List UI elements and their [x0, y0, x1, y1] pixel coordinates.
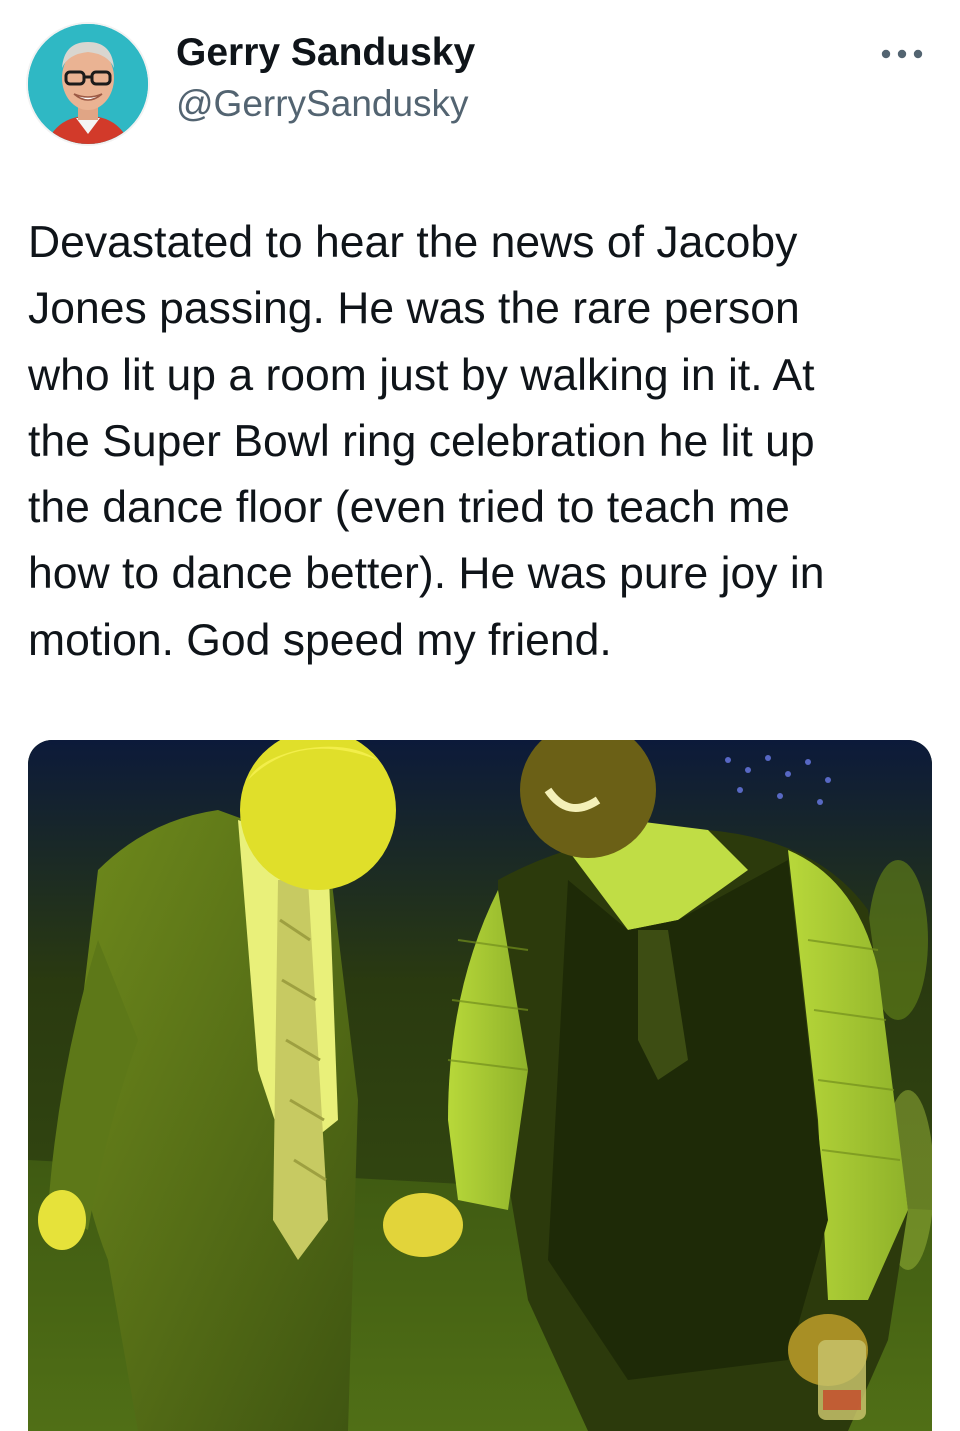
photo-dance-floor: [28, 740, 932, 1431]
author-handle[interactable]: @GerrySandusky: [176, 82, 475, 126]
more-horizontal-icon: [881, 49, 923, 59]
avatar-portrait: [28, 24, 148, 144]
tweet-photo[interactable]: [28, 740, 932, 1431]
more-options-button[interactable]: [872, 40, 932, 68]
author-info: Gerry Sandusky @GerrySandusky: [176, 30, 475, 126]
author-display-name[interactable]: Gerry Sandusky: [176, 30, 475, 76]
avatar[interactable]: [28, 24, 148, 144]
tweet-text: Devastated to hear the news of Jacoby Jo…: [28, 218, 825, 665]
tweet-card: Gerry Sandusky @GerrySandusky Devastated…: [0, 0, 960, 1431]
